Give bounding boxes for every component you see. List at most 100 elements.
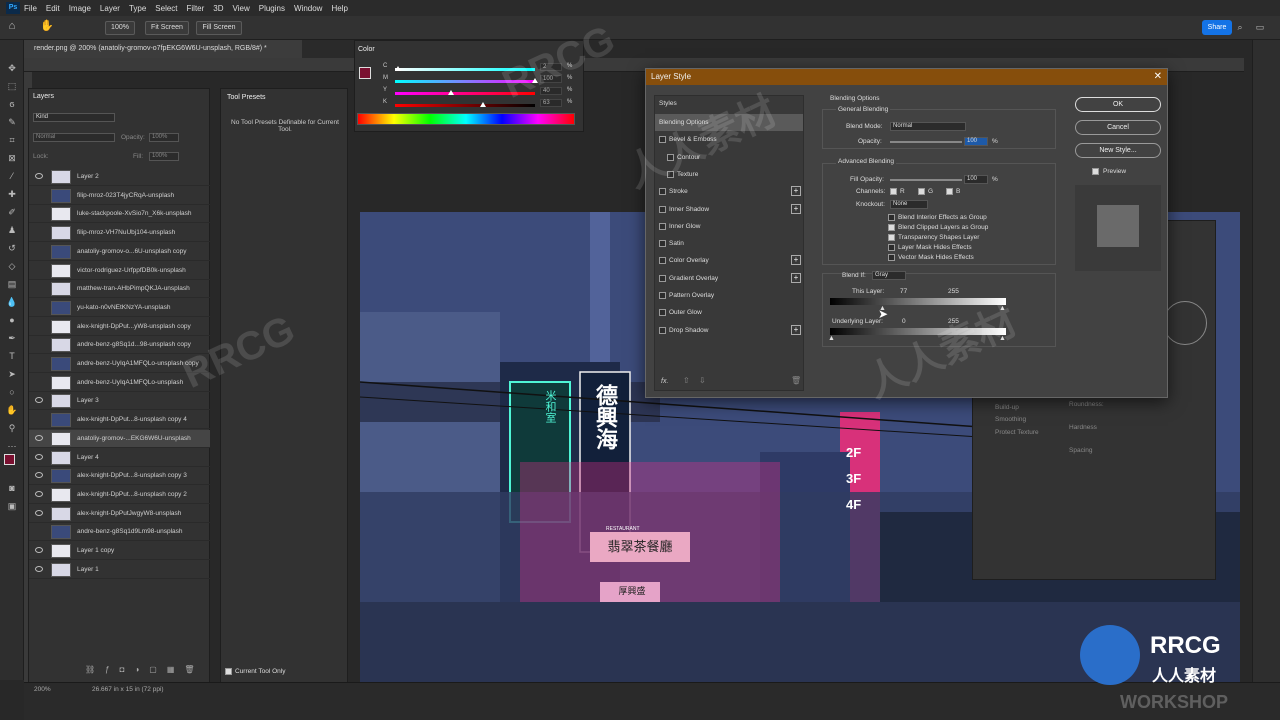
eye-icon[interactable] — [35, 453, 43, 460]
slider-handle[interactable] — [394, 66, 401, 71]
advanced-checkbox[interactable] — [888, 224, 895, 231]
hidden-eye-slot[interactable] — [35, 285, 43, 291]
knockout-select[interactable]: None — [890, 200, 928, 209]
hidden-eye-slot[interactable] — [35, 267, 43, 273]
hand-tool-icon[interactable]: ✋ — [40, 20, 54, 32]
channel-r-checkbox[interactable] — [890, 188, 897, 195]
slider-handle[interactable] — [448, 90, 454, 95]
layer-row[interactable]: andre-benz-g8Sq1d9Lm98-unsplash — [29, 523, 210, 542]
layer-row[interactable]: matthew-tran-AHbPimpQKJA-unsplash — [29, 280, 210, 299]
style-checkbox[interactable] — [659, 240, 666, 248]
healing-brush-icon[interactable]: ✚ — [6, 188, 18, 200]
frame-tool-icon[interactable]: ⊠ — [6, 152, 18, 164]
layer-row[interactable]: alex-knight-DpPut...8-unsplash copy 4 — [29, 411, 210, 430]
menu-select[interactable]: Select — [155, 4, 177, 13]
blend-mode-select[interactable]: Normal — [890, 122, 966, 131]
brush-option[interactable]: Build-up — [995, 404, 1019, 411]
eye-icon[interactable] — [35, 565, 43, 572]
move-tool-icon[interactable]: ✥ — [6, 62, 18, 74]
lasso-tool-icon[interactable]: ϭ — [6, 98, 18, 110]
brush-option[interactable]: Smoothing — [995, 416, 1026, 423]
menu-view[interactable]: View — [233, 4, 250, 13]
style-item-stroke[interactable]: Stroke + — [655, 183, 803, 200]
layer-kind-filter[interactable]: Kind — [33, 113, 115, 122]
layer-row[interactable]: andre-benz-g8Sq1d...98-unsplash copy — [29, 336, 210, 355]
add-style-icon[interactable]: + — [791, 272, 801, 283]
hidden-eye-slot[interactable] — [35, 210, 43, 216]
layer-row[interactable]: victor-rodriguez-UrfppfDB0k-unsplash — [29, 262, 210, 280]
ok-button[interactable]: OK — [1075, 97, 1161, 112]
add-style-icon[interactable]: + — [791, 324, 801, 335]
layer-row[interactable]: Layer 4 — [29, 449, 210, 467]
hidden-eye-slot[interactable] — [35, 416, 43, 422]
advanced-checkbox[interactable] — [888, 214, 895, 221]
eye-icon[interactable] — [35, 547, 43, 553]
style-item-inner-glow[interactable]: Inner Glow — [655, 218, 803, 235]
zoom-100-button[interactable]: 100% — [105, 21, 135, 35]
workspace-icon[interactable]: ▭ — [1254, 21, 1266, 33]
style-item-outer-glow[interactable]: Outer Glow — [655, 304, 803, 321]
crop-tool-icon[interactable]: ⌗ — [6, 134, 18, 146]
search-icon[interactable]: ⌕ — [1234, 21, 1246, 33]
style-item-satin[interactable]: Satin — [655, 235, 803, 252]
hidden-eye-slot[interactable] — [35, 323, 43, 329]
eyedropper-icon[interactable]: ⁄ — [6, 170, 18, 182]
style-item-color-overlay[interactable]: Color Overlay + — [655, 252, 803, 269]
brush-tool-icon[interactable]: ✐ — [6, 206, 18, 218]
fill-value[interactable]: 100% — [149, 152, 179, 161]
menu-edit[interactable]: Edit — [46, 4, 60, 13]
new-style-button[interactable]: New Style... — [1075, 143, 1161, 158]
zoom-tool-icon[interactable]: ⚲ — [6, 422, 18, 434]
pen-tool-icon[interactable]: ✒ — [6, 332, 18, 344]
fill-opacity-slider[interactable] — [890, 179, 962, 181]
blend-if-select[interactable]: Gray — [872, 271, 906, 280]
screen-mode-icon[interactable]: ▣ — [6, 500, 18, 512]
layer-row[interactable]: yu-kato-n0vNEtKNzYA-unsplash — [29, 299, 210, 317]
blur-tool-icon[interactable]: 💧 — [6, 296, 18, 308]
layer-row[interactable]: Layer 3 — [29, 392, 210, 411]
move-up-icon[interactable]: ⇧ — [683, 376, 690, 385]
eye-icon[interactable] — [35, 173, 43, 179]
style-checkbox[interactable] — [659, 292, 666, 299]
eraser-icon[interactable]: ◇ — [6, 260, 18, 272]
layer-row[interactable]: Layer 2 — [29, 168, 210, 186]
layer-row[interactable]: anatoliy-gromov-o...6U-unsplash copy — [29, 243, 210, 261]
dodge-tool-icon[interactable]: ● — [6, 314, 18, 326]
marquee-tool-icon[interactable]: ⬚ — [6, 80, 18, 92]
hidden-eye-slot[interactable] — [35, 528, 43, 534]
path-select-icon[interactable]: ➤ — [6, 368, 18, 380]
more-tools-icon[interactable]: ⋯ — [6, 440, 18, 452]
style-checkbox[interactable] — [659, 257, 666, 265]
fill-screen-button[interactable]: Fill Screen — [196, 21, 242, 35]
channel-b-checkbox[interactable] — [946, 188, 953, 195]
layer-row[interactable]: Layer 1 — [29, 561, 210, 579]
home-icon[interactable]: ⌂ — [6, 20, 18, 32]
color-spectrum-ramp[interactable] — [357, 113, 575, 125]
menu-window[interactable]: Window — [294, 4, 322, 13]
layer-row[interactable]: filip-mroz-VH7NuUbj104-unsplash — [29, 224, 210, 243]
layer-row[interactable]: anatoliy-gromov-...EKG6W6U-unsplash — [29, 429, 210, 448]
menu-layer[interactable]: Layer — [100, 4, 120, 13]
style-item-gradient-overlay[interactable]: Gradient Overlay + — [655, 270, 803, 287]
brush-option[interactable]: Protect Texture — [995, 429, 1039, 436]
fit-screen-button[interactable]: Fit Screen — [145, 21, 189, 35]
layer-row[interactable]: alex-knight-DpPutJwgyW8-unsplash — [29, 505, 210, 523]
opacity-input[interactable]: 100 — [964, 137, 988, 146]
cancel-button[interactable]: Cancel — [1075, 120, 1161, 135]
eye-icon[interactable] — [35, 490, 43, 497]
menu-file[interactable]: File — [24, 4, 37, 13]
add-style-icon[interactable]: + — [791, 203, 801, 214]
layer-opacity-value[interactable]: 100% — [149, 133, 179, 142]
style-item-drop-shadow[interactable]: Drop Shadow + — [655, 322, 803, 339]
hidden-eye-slot[interactable] — [35, 304, 43, 310]
menu-help[interactable]: Help — [331, 4, 347, 13]
move-down-icon[interactable]: ⇩ — [699, 376, 706, 385]
document-tab[interactable]: render.png @ 200% (anatoliy-gromov-o7fpE… — [24, 40, 302, 58]
style-checkbox[interactable] — [659, 222, 666, 230]
eye-icon[interactable] — [35, 397, 43, 404]
type-tool-icon[interactable]: T — [6, 350, 18, 362]
layer-row[interactable]: andre-benz-UyIqA1MFQLo-unsplash — [29, 374, 210, 392]
shape-tool-icon[interactable]: ○ — [6, 386, 18, 398]
fill-opacity-input[interactable]: 100 — [964, 175, 988, 184]
layer-row[interactable]: filip-mroz-023T4jyCRqA-unsplash — [29, 187, 210, 205]
